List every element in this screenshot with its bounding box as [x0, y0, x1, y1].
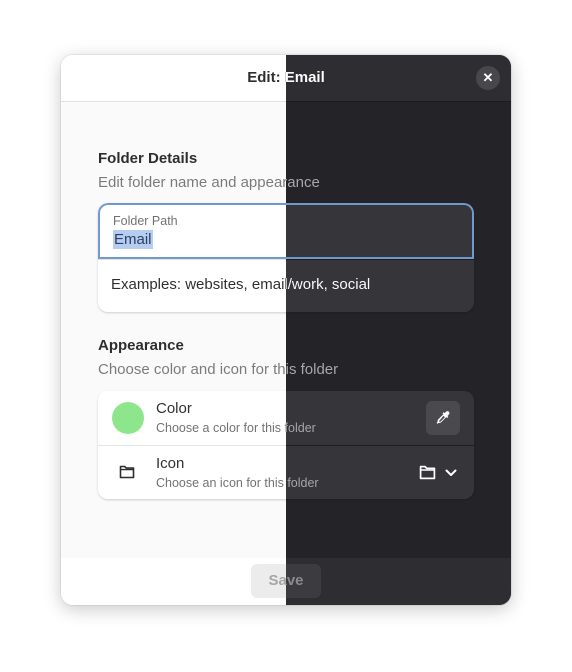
close-button[interactable]: ✕ [476, 66, 500, 90]
color-picker-icon [436, 411, 450, 424]
dialog-background-dark [286, 55, 511, 605]
folder-path-label: Folder Path [113, 214, 453, 228]
icon-row: Icon Choose an icon for this folder [98, 446, 474, 499]
folder-path-examples: Examples: websites, email/work, social [111, 276, 461, 294]
color-row-subtitle: Choose a color for this folder [156, 421, 396, 436]
folder-icon [419, 465, 436, 480]
icon-row-title: Icon [156, 455, 396, 473]
close-icon: ✕ [482, 70, 494, 85]
card-divider [98, 259, 474, 260]
folder-details-subtitle: Edit folder name and appearance [98, 174, 474, 192]
appearance-heading: Appearance [98, 337, 474, 355]
color-picker-button[interactable] [426, 401, 460, 435]
edit-folder-dialog: Edit: Email ✕ Folder Details Edit folder… [61, 55, 511, 605]
folder-details-heading: Folder Details [98, 150, 474, 168]
icon-row-subtitle: Choose an icon for this folder [156, 476, 396, 491]
color-row: Color Choose a color for this folder [98, 391, 474, 445]
save-button[interactable]: Save [251, 564, 321, 598]
icon-selector-dropdown[interactable] [416, 461, 462, 485]
chevron-down-icon [445, 469, 457, 476]
color-swatch [112, 402, 144, 434]
appearance-card: Color Choose a color for this folder Ico… [98, 391, 474, 499]
dialog-title: Edit: Email [61, 55, 511, 101]
dialog-background-light [61, 55, 286, 605]
folder-details-card: Folder Path Email Examples: websites, em… [98, 203, 474, 312]
folder-path-input[interactable]: Email [113, 230, 153, 249]
appearance-subtitle: Choose color and icon for this folder [98, 361, 474, 379]
folder-icon [119, 465, 135, 479]
folder-path-entry[interactable]: Folder Path Email [98, 203, 474, 259]
save-button-label: Save [251, 564, 321, 598]
color-row-title: Color [156, 400, 396, 418]
